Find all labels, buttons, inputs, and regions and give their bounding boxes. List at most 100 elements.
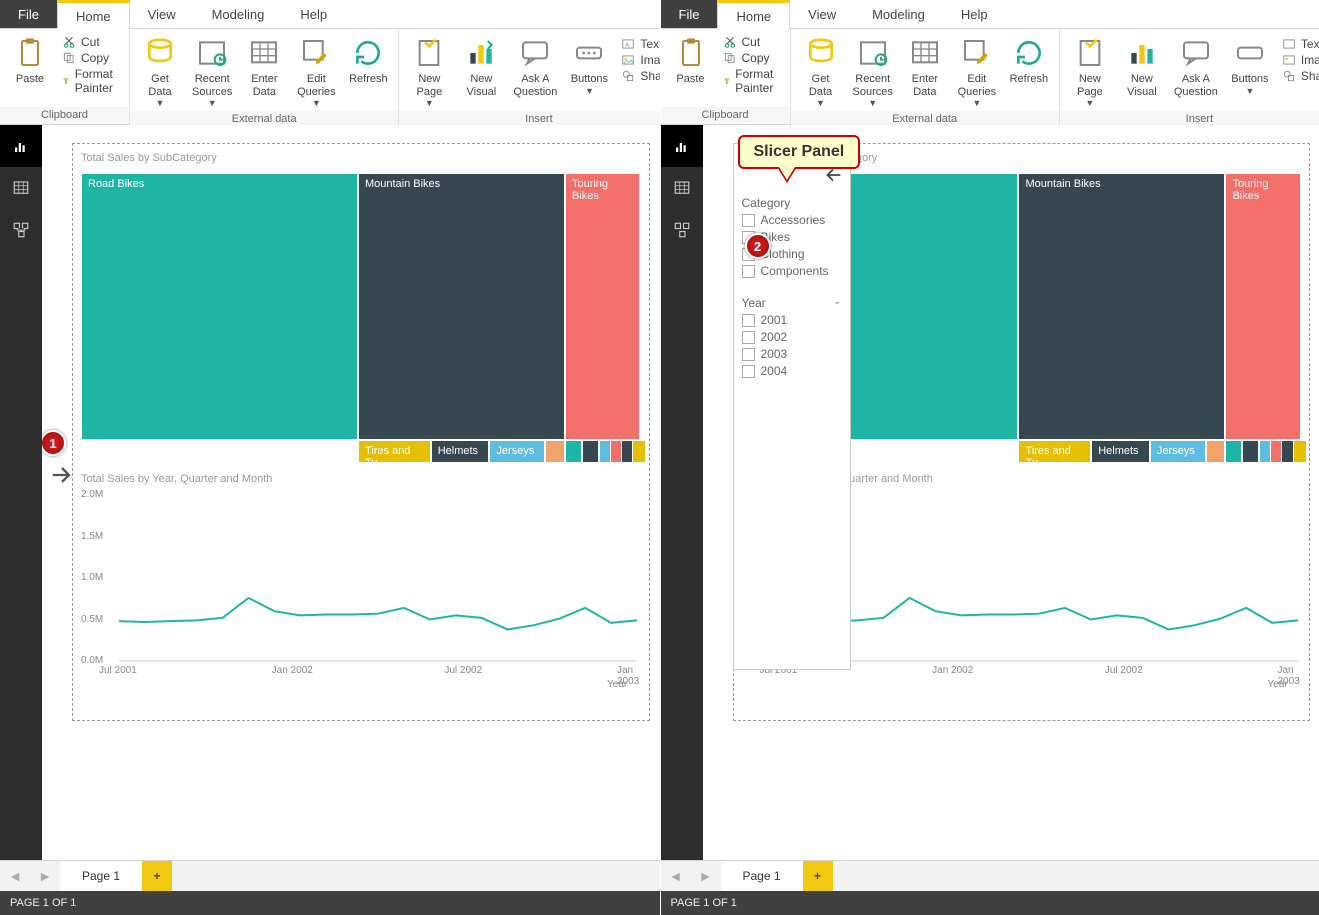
treemap-cell[interactable]: Jerseys bbox=[1150, 440, 1206, 463]
slicer-option[interactable]: Accessories bbox=[742, 213, 842, 227]
model-view-button[interactable] bbox=[661, 209, 703, 251]
page-tabs: ◄ ► Page 1 + bbox=[0, 860, 660, 891]
new-page-button[interactable]: New Page▼ bbox=[403, 31, 455, 109]
enter-data-button[interactable]: Enter Data bbox=[238, 31, 290, 98]
refresh-button[interactable]: Refresh bbox=[1003, 31, 1055, 86]
treemap-cell[interactable]: Touring Bikes bbox=[1225, 173, 1301, 440]
new-visual-button[interactable]: New Visual bbox=[1116, 31, 1168, 98]
report-canvas[interactable]: Total Sales by SubCategory Road BikesMou… bbox=[703, 125, 1319, 860]
chevron-down-icon[interactable]: ⌄ bbox=[833, 296, 841, 310]
get-data-button[interactable]: Get Data▼ bbox=[795, 31, 847, 109]
status-text: PAGE 1 OF 1 bbox=[671, 897, 737, 909]
menu-file[interactable]: File bbox=[661, 0, 718, 28]
ask-question-button[interactable]: Ask A Question bbox=[507, 31, 563, 98]
tab-prev[interactable]: ◄ bbox=[0, 861, 30, 891]
treemap-cell[interactable] bbox=[1225, 440, 1242, 463]
edit-queries-button[interactable]: Edit Queries▼ bbox=[290, 31, 342, 109]
format-painter-button[interactable]: Format Painter bbox=[723, 67, 780, 95]
menu-help[interactable]: Help bbox=[943, 0, 1006, 28]
treemap-cell[interactable]: Helmets bbox=[431, 440, 490, 463]
image-button[interactable]: Ima bbox=[621, 53, 660, 67]
slicer-panel[interactable]: Category AccessoriesBikesClothingCompone… bbox=[733, 143, 851, 670]
report-view-button[interactable] bbox=[0, 125, 42, 167]
treemap-cell[interactable]: Tires and Tu... bbox=[1018, 440, 1091, 463]
page-tab-1[interactable]: Page 1 bbox=[60, 861, 142, 891]
buttons-button[interactable]: Buttons▼ bbox=[563, 31, 615, 96]
treemap-cell[interactable]: Tires and Tu... bbox=[358, 440, 431, 463]
treemap-cell[interactable]: Mountain Bikes bbox=[1018, 173, 1225, 440]
shapes-button[interactable]: Shap bbox=[1282, 69, 1319, 83]
treemap-cell[interactable] bbox=[1293, 440, 1307, 463]
add-page-button[interactable]: + bbox=[142, 861, 172, 891]
clipboard-icon bbox=[675, 37, 707, 69]
treemap-cell[interactable]: Touring Bikes bbox=[565, 173, 641, 440]
edit-queries-button[interactable]: Edit Queries▼ bbox=[951, 31, 1003, 109]
paste-button[interactable]: Paste bbox=[4, 31, 56, 86]
visual-selection[interactable]: Total Sales by SubCategory Road BikesMou… bbox=[72, 143, 650, 721]
paste-button[interactable]: Paste bbox=[665, 31, 717, 86]
slicer-option[interactable]: Components bbox=[742, 264, 842, 278]
report-canvas[interactable]: Total Sales by SubCategory Road BikesMou… bbox=[42, 125, 660, 860]
cut-button[interactable]: Cut bbox=[723, 35, 780, 49]
slicer-option[interactable]: 2004 bbox=[742, 364, 842, 378]
recent-sources-button[interactable]: Recent Sources▼ bbox=[186, 31, 238, 109]
treemap-cell[interactable] bbox=[1242, 440, 1259, 463]
buttons-button[interactable]: Buttons▼ bbox=[1224, 31, 1276, 96]
expand-slicer-arrow[interactable] bbox=[44, 457, 80, 493]
image-button[interactable]: Ima bbox=[1282, 53, 1319, 67]
menu-home[interactable]: Home bbox=[717, 0, 790, 29]
menu-help[interactable]: Help bbox=[282, 0, 345, 28]
app-instance-left: File Home View Modeling Help Paste Cut C… bbox=[0, 0, 661, 915]
view-rail bbox=[661, 125, 703, 860]
cut-label: Cut bbox=[81, 35, 100, 49]
treemap-cell[interactable] bbox=[565, 440, 582, 463]
report-view-button[interactable] bbox=[661, 125, 703, 167]
menu-home[interactable]: Home bbox=[57, 0, 130, 29]
text-box-button[interactable]: AText bbox=[621, 37, 660, 51]
new-visual-label: New Visual bbox=[466, 73, 496, 98]
page-tab-1[interactable]: Page 1 bbox=[721, 861, 803, 891]
checkbox-icon bbox=[742, 214, 755, 227]
tab-next[interactable]: ► bbox=[30, 861, 60, 891]
treemap-cell[interactable]: Mountain Bikes bbox=[358, 173, 565, 440]
tab-prev[interactable]: ◄ bbox=[661, 861, 691, 891]
get-data-button[interactable]: Get Data▼ bbox=[134, 31, 186, 109]
treemap-cell[interactable] bbox=[632, 440, 646, 463]
treemap-cell[interactable] bbox=[582, 440, 599, 463]
treemap-cell[interactable] bbox=[545, 440, 565, 463]
data-view-button[interactable] bbox=[661, 167, 703, 209]
recent-sources-button[interactable]: Recent Sources▼ bbox=[847, 31, 899, 109]
add-page-button[interactable]: + bbox=[803, 861, 833, 891]
treemap-cell[interactable]: Helmets bbox=[1091, 440, 1150, 463]
slicer-option-label: 2003 bbox=[761, 347, 788, 361]
menu-modeling[interactable]: Modeling bbox=[854, 0, 943, 28]
line-chart[interactable]: 0.0M0.5M1.0M1.5M2.0MJul 2001Jan 2002Jul … bbox=[81, 491, 641, 691]
enter-data-button[interactable]: Enter Data bbox=[899, 31, 951, 98]
cut-label: Cut bbox=[742, 35, 761, 49]
new-visual-button[interactable]: New Visual bbox=[455, 31, 507, 98]
copy-button[interactable]: Copy bbox=[62, 51, 119, 65]
menu-view[interactable]: View bbox=[790, 0, 854, 28]
copy-button[interactable]: Copy bbox=[723, 51, 780, 65]
model-view-button[interactable] bbox=[0, 209, 42, 251]
menu-view[interactable]: View bbox=[130, 0, 194, 28]
ask-question-button[interactable]: Ask A Question bbox=[1168, 31, 1224, 98]
refresh-button[interactable]: Refresh bbox=[342, 31, 394, 86]
treemap-cell[interactable]: Jerseys bbox=[489, 440, 545, 463]
slicer-option[interactable]: 2003 bbox=[742, 347, 842, 361]
format-painter-label: Format Painter bbox=[75, 67, 119, 95]
treemap-cell[interactable] bbox=[1206, 440, 1226, 463]
cut-button[interactable]: Cut bbox=[62, 35, 119, 49]
new-page-button[interactable]: New Page▼ bbox=[1064, 31, 1116, 109]
tab-next[interactable]: ► bbox=[691, 861, 721, 891]
slicer-option[interactable]: 2001 bbox=[742, 313, 842, 327]
shapes-button[interactable]: Shap bbox=[621, 69, 660, 83]
slicer-option[interactable]: 2002 bbox=[742, 330, 842, 344]
format-painter-button[interactable]: Format Painter bbox=[62, 67, 119, 95]
treemap-chart[interactable]: Road BikesMountain BikesTouring Bikes Tir… bbox=[81, 173, 641, 463]
text-box-button[interactable]: Text bbox=[1282, 37, 1319, 51]
treemap-cell[interactable]: Road Bikes bbox=[81, 173, 358, 440]
menu-modeling[interactable]: Modeling bbox=[194, 0, 283, 28]
menu-file[interactable]: File bbox=[0, 0, 57, 28]
data-view-button[interactable] bbox=[0, 167, 42, 209]
